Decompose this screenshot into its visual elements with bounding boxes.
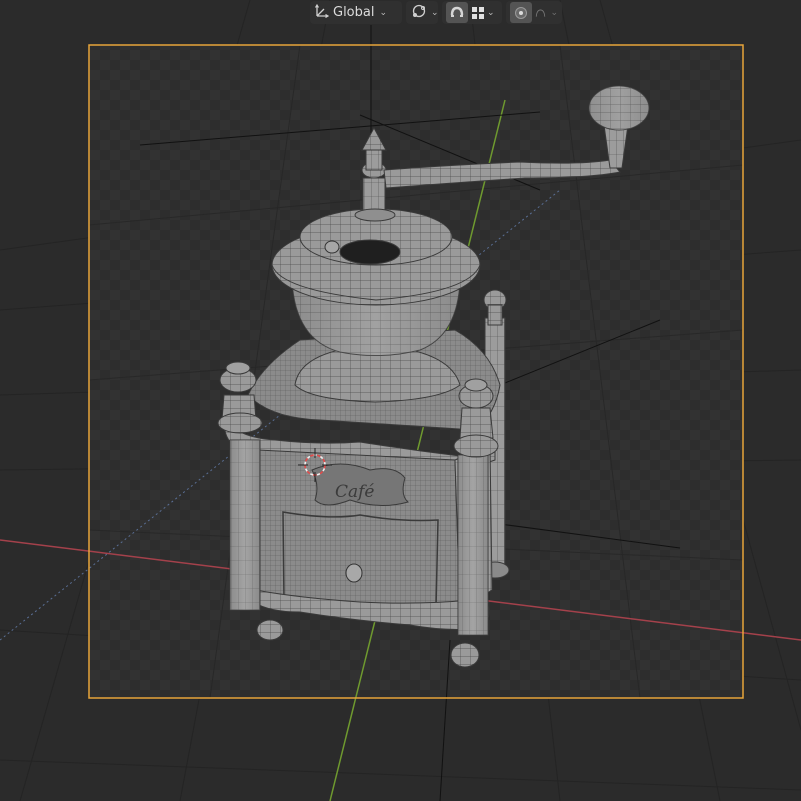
proportional-editing-icon[interactable] xyxy=(510,2,532,23)
chevron-down-icon: ⌄ xyxy=(431,7,439,18)
falloff-curve-icon[interactable]: ⌄ xyxy=(535,2,558,23)
proportional-editing-group: ⌄ xyxy=(506,1,562,24)
viewport-canvas[interactable]: Café xyxy=(0,0,801,801)
box-front: Café xyxy=(257,449,461,611)
transform-orientation-icon xyxy=(314,3,330,23)
label-text: Café xyxy=(335,482,375,502)
transform-orientation-dropdown[interactable]: Global ⌄ xyxy=(310,1,402,24)
orientation-value: Global xyxy=(333,5,375,20)
chevron-down-icon: ⌄ xyxy=(550,7,558,18)
pivot-point-dropdown[interactable]: ⌄ xyxy=(406,1,439,24)
3d-viewport[interactable]: Café Global ⌄ ⌄ ⌄ ⌄ xyxy=(0,0,801,801)
snap-magnet-icon[interactable] xyxy=(446,2,468,23)
pivot-point-icon xyxy=(410,3,428,23)
viewport-header-toolbar: Global ⌄ ⌄ ⌄ ⌄ xyxy=(310,0,562,25)
drawer-knob xyxy=(345,563,363,583)
chevron-down-icon: ⌄ xyxy=(379,7,388,18)
snap-grid-icon[interactable]: ⌄ xyxy=(471,2,495,23)
chevron-down-icon: ⌄ xyxy=(487,7,495,18)
snapping-group: ⌄ xyxy=(442,1,502,24)
